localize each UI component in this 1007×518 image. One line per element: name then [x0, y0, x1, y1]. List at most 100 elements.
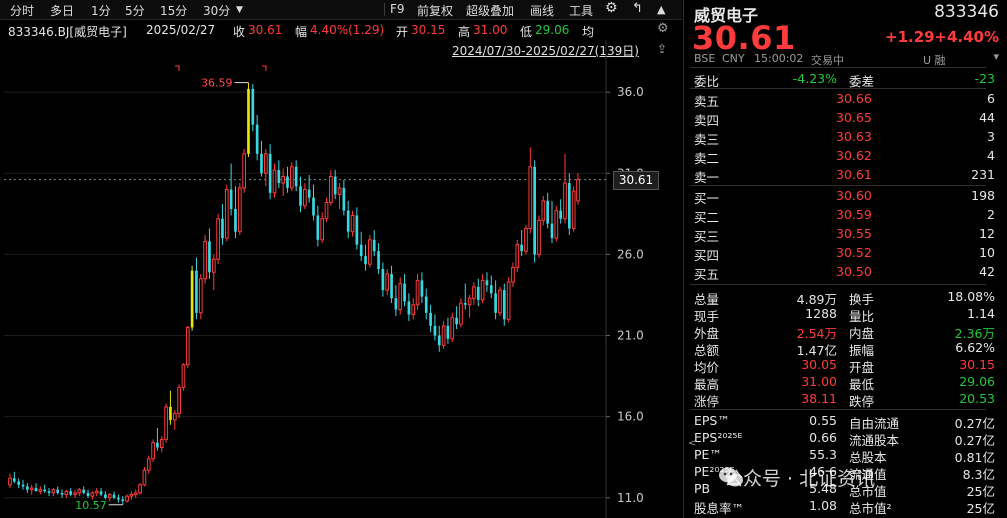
candle-body — [216, 218, 220, 260]
candle-body — [528, 166, 533, 229]
y-tick-label: 11.0 — [617, 491, 644, 505]
bid-price: 30.60 — [836, 188, 872, 203]
candle-body — [242, 153, 246, 189]
market-label: BSE — [694, 52, 716, 65]
candle-body — [56, 489, 60, 493]
candle-body — [164, 406, 168, 440]
divider — [690, 88, 986, 89]
candle-body — [104, 494, 107, 498]
up-icon[interactable]: ▲ — [657, 3, 665, 16]
draw-line-button[interactable]: 画线 — [530, 2, 554, 19]
candle-body — [247, 88, 250, 154]
dropdown-arrow-icon[interactable]: ▼ — [236, 5, 243, 15]
candle-body — [229, 189, 233, 209]
candle-body — [12, 478, 16, 482]
ask-row[interactable]: 卖三 30.63 3 — [684, 128, 999, 147]
candle-body — [17, 481, 21, 485]
bar-date: 2025/02/27 — [146, 23, 216, 37]
corner-mark — [175, 65, 180, 71]
bid-row[interactable]: 买四 30.52 10 — [684, 244, 999, 263]
divider — [690, 67, 986, 68]
tools-button[interactable]: 工具 — [569, 2, 593, 19]
period-tab-30min[interactable]: 30分 — [203, 2, 230, 19]
stat-value: 30.05 — [801, 357, 837, 372]
candle-body — [272, 169, 277, 194]
period-tab-1min[interactable]: 1分 — [91, 2, 111, 19]
candle-body — [112, 494, 116, 498]
candle-body — [342, 187, 346, 211]
ask-row[interactable]: 卖五 30.66 6 — [684, 90, 999, 109]
candle-body — [377, 251, 380, 270]
stock-code-name: 833346.BJ[威贸电子] — [8, 25, 127, 39]
stat-label: 涨停 — [694, 394, 720, 409]
candle-body — [524, 227, 528, 252]
candle-body — [90, 492, 95, 497]
bid-price: 30.50 — [836, 264, 872, 279]
chart-gridlines — [4, 40, 607, 518]
overlay-button[interactable]: 超级叠加 — [466, 2, 514, 19]
extreme-markers: 36.59 10.57 — [75, 65, 267, 512]
candle-body — [541, 200, 546, 221]
quote-time: 15:00:02 — [754, 52, 804, 65]
candle-body — [195, 270, 198, 313]
bid-price: 30.55 — [836, 226, 872, 241]
back-icon[interactable]: ↰ — [632, 1, 643, 16]
ask-price: 30.63 — [836, 129, 872, 144]
candle-body — [8, 477, 12, 486]
candle-body — [368, 239, 372, 265]
stat-value: 6.62% — [955, 340, 995, 355]
candle-body — [420, 280, 424, 297]
candle-body — [203, 240, 207, 280]
period-tab-5min[interactable]: 5分 — [125, 2, 145, 19]
candle-body — [255, 124, 259, 154]
ask-row[interactable]: 卖一 30.61 231 — [684, 166, 999, 185]
y-tick-label: 16.0 — [617, 410, 644, 424]
candle-body — [550, 223, 554, 239]
ask-row[interactable]: 卖二 30.62 4 — [684, 147, 999, 166]
candle-body — [346, 210, 350, 232]
candle-body — [398, 283, 403, 311]
bid-price: 30.52 — [836, 245, 872, 260]
candle-body — [286, 176, 289, 188]
ask-label: 卖三 — [694, 132, 720, 147]
candle-body — [554, 210, 559, 239]
candle-body — [234, 208, 237, 232]
ask-row[interactable]: 卖四 30.65 44 — [684, 109, 999, 128]
y-tick-label: 36.0 — [617, 85, 644, 99]
ask-price: 30.62 — [836, 148, 872, 163]
bid-row[interactable]: 买二 30.59 2 — [684, 206, 999, 225]
candle-body — [190, 270, 194, 328]
period-tab-multiday[interactable]: 多日 — [50, 2, 74, 19]
bid-row[interactable]: 买五 30.50 42 — [684, 263, 999, 282]
candle-body — [159, 438, 164, 448]
candle-body — [125, 495, 129, 502]
candle-body — [51, 489, 56, 494]
avg-label: 均 — [582, 25, 595, 39]
candle-body — [415, 279, 420, 306]
gear-icon[interactable]: ⚙ — [605, 0, 618, 16]
candle-body — [185, 326, 190, 366]
candle-body — [437, 335, 441, 346]
stat-value: 18.08% — [947, 289, 995, 304]
fund-label: PB — [694, 481, 711, 496]
period-tab-timeshare[interactable]: 分时 — [10, 2, 34, 19]
bid-row[interactable]: 买一 30.60 198 — [684, 187, 999, 206]
candle-body — [372, 239, 376, 252]
collapse-arrow-icon[interactable]: < — [688, 438, 696, 449]
candle-body — [381, 269, 385, 291]
adjust-button[interactable]: 前复权 — [417, 2, 453, 19]
bid-row[interactable]: 买三 30.55 12 — [684, 225, 999, 244]
expand-chevron-icon[interactable]: ▾ — [993, 50, 999, 63]
fund-label: 总市值² — [849, 501, 892, 516]
y-tick-label: 21.0 — [617, 329, 644, 343]
f9-button[interactable]: F9 — [390, 2, 405, 16]
stat-value: 29.06 — [959, 374, 995, 389]
period-tab-15min[interactable]: 15分 — [160, 2, 187, 19]
settings-gear-icon[interactable]: ⚙ — [657, 21, 669, 36]
ask-price: 30.66 — [836, 91, 872, 106]
candlestick-chart[interactable]: 36.031.026.021.016.011.0 36.5910.57 — [0, 40, 682, 518]
bid-volume: 10 — [979, 245, 995, 260]
watermark-text: 公众号 · 北证资讯 — [724, 468, 876, 490]
candle-body — [498, 289, 502, 314]
candle-body — [394, 298, 398, 310]
